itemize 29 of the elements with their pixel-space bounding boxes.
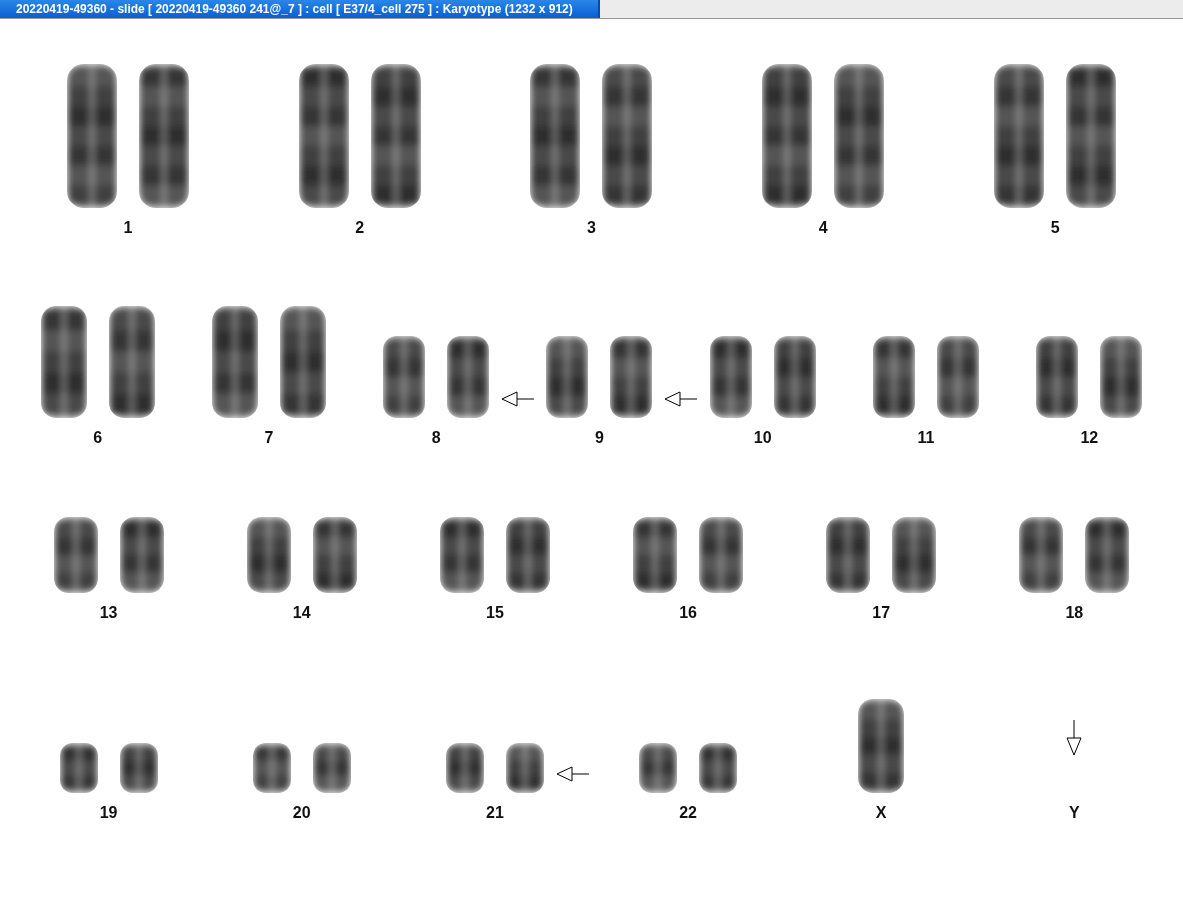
chromosome-number: 8 [431, 429, 441, 447]
chromosome-number: 21 [486, 804, 504, 822]
arrow-marker-icon [1066, 720, 1083, 756]
chromosome-number: 5 [1050, 219, 1060, 237]
chromosome-number: 2 [355, 219, 365, 237]
chromosome-number: 20 [292, 804, 311, 822]
chromosome-number: 10 [753, 429, 772, 447]
arrow-marker-icon [501, 391, 536, 407]
chromosome-number: 12 [1080, 429, 1099, 447]
arrow-marker-icon [664, 391, 699, 407]
chromosome-number: 16 [679, 604, 697, 622]
chromosome-number: 17 [872, 604, 891, 622]
chromosome-number: 7 [264, 429, 274, 447]
chromosome-number: Y [1069, 804, 1080, 822]
chromosome-number: 6 [93, 429, 103, 447]
window-title: 20220419-49360 - slide [ 20220419-49360 241@_7 ] : cell [ E37/4_cell 275 ] : Karyotype (1232 x 912) [0, 0, 600, 18]
chromosome-number: 14 [292, 604, 311, 622]
chromosome-number: 19 [99, 804, 118, 822]
chromosome-number: 11 [917, 429, 935, 447]
chromosome-number: 18 [1065, 604, 1084, 622]
chromosome-number: 1 [123, 219, 133, 237]
chromosome-number: 3 [587, 219, 596, 237]
chromosome-number: 4 [818, 219, 828, 237]
chromosome-number: 13 [99, 604, 118, 622]
chromosome-number: 9 [595, 429, 604, 447]
chromosome-number: X [875, 804, 887, 822]
chromosome-number: 22 [679, 804, 697, 822]
arrow-marker-icon [555, 766, 590, 782]
chromosome-number: 15 [486, 604, 504, 622]
